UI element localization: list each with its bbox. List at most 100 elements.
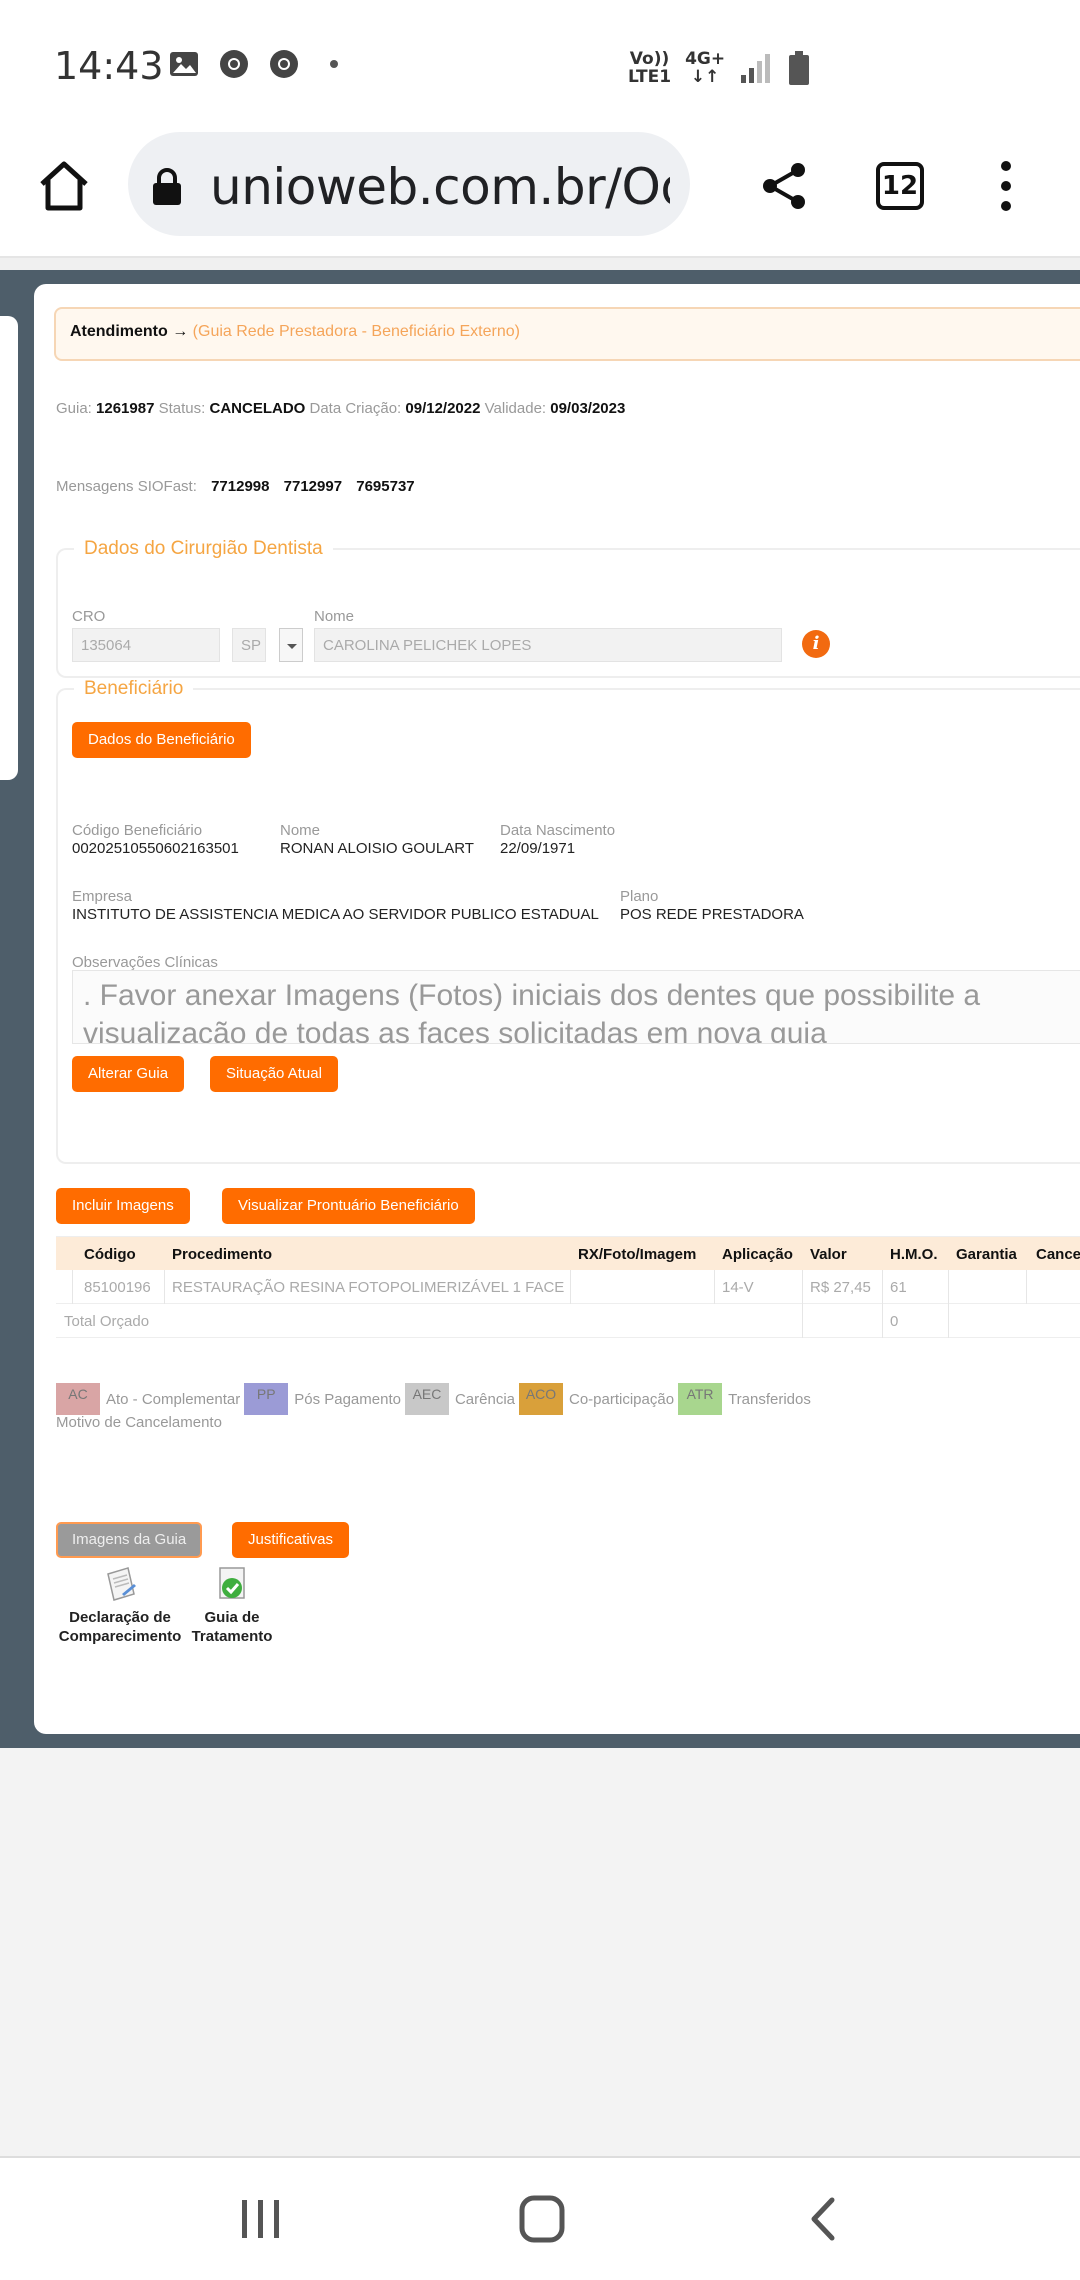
doc-line: Tratamento [191,1628,273,1645]
uf-select[interactable]: SP [232,628,266,662]
lock-icon [153,168,181,205]
table-row[interactable]: 85100196 RESTAURAÇÃO RESINA FOTOPOLIMERI… [56,1270,1080,1304]
siofast-messages: Mensagens SIOFast: 7712998 7712997 76957… [56,478,415,495]
attendance-declaration-link[interactable]: Declaração de Comparecimento [58,1564,182,1646]
plan-value: POS REDE PRESTADORA [620,906,804,923]
document-check-icon [219,1567,245,1599]
beneficiary-section-title: Beneficiário [84,678,184,699]
cancel-reason-label: Motivo de Cancelamento [56,1414,222,1431]
col-rx: RX/Foto/Imagem [578,1246,697,1263]
row-value: R$ 27,45 [810,1279,871,1296]
alter-guide-button[interactable]: Alterar Guia [72,1056,185,1092]
chrome-icon [220,50,248,78]
beneficiary-code-value: 00202510550602163501 [72,840,239,857]
volte-indicator: Vo)) LTE1 [628,49,672,87]
collapsed-side-panel[interactable] [0,316,18,780]
breadcrumb-subtitle: (Guia Rede Prestadora - Beneficiário Ext… [192,323,520,340]
message-number: 7695737 [356,478,415,495]
message-number: 7712998 [211,478,270,495]
beneficiary-name-label: Nome [280,822,321,839]
gallery-icon [170,52,198,76]
created-value: 09/12/2022 [405,400,481,417]
company-value: INSTITUTO DE ASSISTENCIA MEDICA AO SERVI… [72,906,599,923]
chevron-down-icon [287,644,297,649]
legend-atr-text: Transferidos [728,1390,811,1408]
col-procedure: Procedimento [172,1246,273,1263]
web-page: Atendimento → (Guia Rede Prestadora - Be… [0,258,1080,1758]
guia-label: Guia: [56,400,92,417]
clinical-notes-field[interactable]: . Favor anexar Imagens (Fotos) iniciais … [72,970,1080,1044]
row-hmo: 61 [890,1279,907,1296]
status-label: Status: [158,400,206,417]
system-status-icons: Vo)) LTE1 4G+ ↓↑ [628,50,811,86]
dentist-section-title: Dados do Cirurgião Dentista [84,538,323,559]
network-type-indicator: 4G+ ↓↑ [685,49,726,87]
info-icon[interactable]: i [802,630,830,658]
legend-aco-text: Co-participação [569,1390,675,1408]
chrome-icon [270,50,298,78]
home-icon[interactable] [36,158,92,214]
uf-dropdown-button[interactable] [279,628,303,662]
total-label: Total Orçado [64,1313,150,1330]
dentist-name-field[interactable]: CAROLINA PELICHEK LOPES [314,628,782,662]
current-situation-button[interactable]: Situação Atual [210,1056,338,1092]
messages-label: Mensagens SIOFast: [56,478,197,495]
address-bar[interactable]: unioweb.com.br/Odon [128,132,690,236]
dentist-name-label: Nome [314,608,355,625]
notification-icons [168,48,350,80]
legend-pp-swatch: PP [244,1383,289,1415]
beneficiary-data-button[interactable]: Dados do Beneficiário [72,722,251,758]
table-header: Código Procedimento RX/Foto/Imagem Aplic… [56,1236,1080,1270]
clinical-notes-label: Observações Clínicas [72,954,218,971]
guide-images-button[interactable]: Imagens da Guia [56,1522,203,1558]
battery-icon [789,51,810,85]
legend-aec-swatch: AEC [404,1383,449,1415]
plan-label: Plano [620,888,659,905]
col-cancel: Cance [1036,1246,1080,1263]
main-content: Atendimento → (Guia Rede Prestadora - Be… [34,284,1080,1734]
page-blank-area [0,1748,1080,2158]
url-text[interactable]: unioweb.com.br/Odon [210,158,670,216]
col-application: Aplicação [722,1246,793,1263]
home-nav-icon[interactable] [512,2194,572,2244]
guia-value: 1261987 [96,400,155,417]
justifications-button[interactable]: Justificativas [232,1522,350,1558]
col-value: Valor [810,1246,847,1263]
cro-field[interactable]: 135064 [72,628,220,662]
birth-date-label: Data Nascimento [500,822,616,839]
browser-toolbar: unioweb.com.br/Odon 12 [0,130,1080,258]
legend-ac-swatch: AC [56,1383,100,1415]
status-legend: AC Ato - Complementar PP Pós Pagamento A… [56,1382,815,1416]
birth-date-value: 22/09/1971 [500,840,576,857]
more-menu-icon[interactable] [994,158,1018,214]
doc-line: Declaração de [69,1609,171,1626]
row-application: 14-V [722,1279,754,1296]
message-number: 7712997 [283,478,343,495]
row-procedure: RESTAURAÇÃO RESINA FOTOPOLIMERIZÁVEL 1 F… [172,1279,565,1296]
document-edit-icon [107,1567,136,1601]
more-notifications-dot-icon [330,60,338,68]
table-total-row: Total Orçado 0 [56,1304,1080,1338]
breadcrumb: Atendimento → (Guia Rede Prestadora - Be… [54,307,1080,361]
created-label: Data Criação: [309,400,402,417]
include-images-button[interactable]: Incluir Imagens [56,1188,190,1224]
doc-line: Guia de [204,1609,260,1626]
total-hmo: 0 [890,1313,899,1330]
view-record-button[interactable]: Visualizar Prontuário Beneficiário [222,1188,475,1224]
legend-ac-text: Ato - Complementar [106,1390,241,1408]
tab-switcher-button[interactable]: 12 [876,162,924,210]
status-bar: 14:43 Vo)) LTE1 4G+ ↓↑ [0,0,1080,130]
col-code: Código [84,1246,136,1263]
legend-pp-text: Pós Pagamento [294,1390,401,1408]
company-label: Empresa [72,888,133,905]
share-icon[interactable] [756,158,812,214]
validity-value: 09/03/2023 [550,400,626,417]
recent-apps-icon[interactable] [230,2194,290,2244]
beneficiary-code-label: Código Beneficiário [72,822,203,839]
row-code: 85100196 [84,1279,151,1296]
treatment-guide-link[interactable]: Guia de Tratamento [184,1564,280,1646]
back-icon[interactable] [794,2194,854,2244]
signal-icon [741,54,771,83]
col-warranty: Garantia [956,1246,1017,1263]
legend-aec-text: Carência [454,1390,515,1408]
